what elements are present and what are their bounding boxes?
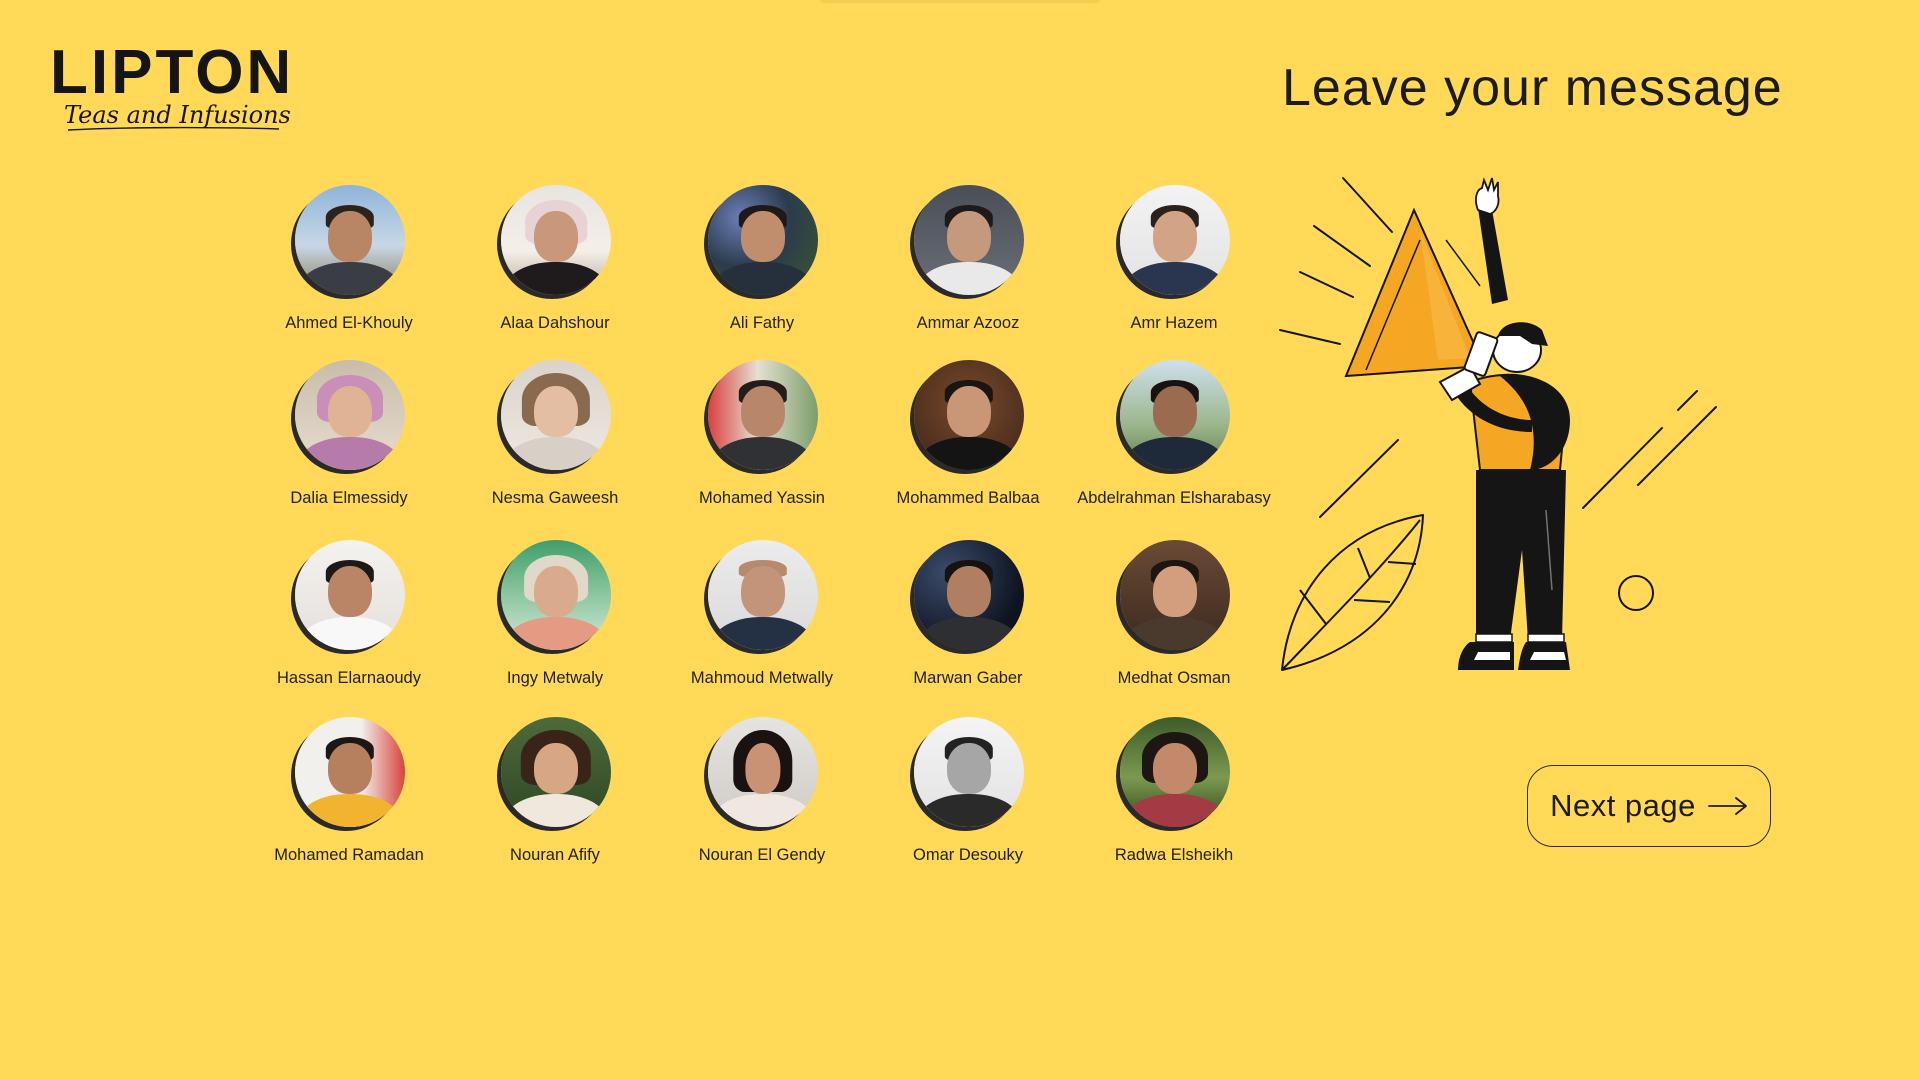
leaf-icon [1281,514,1424,671]
person-name: Ali Fathy [729,314,795,332]
person-name: Alaa Dahshour [500,314,610,332]
avatar [914,540,1024,650]
person-card[interactable]: Hassan Elarnaoudy [249,540,449,710]
person-card[interactable]: Mohamed Yassin [662,360,862,530]
person-card[interactable]: Ammar Azooz [868,185,1068,355]
avatar [1120,360,1230,470]
person-card[interactable]: Ingy Metwaly [455,540,655,710]
person-card[interactable]: Nesma Gaweesh [455,360,655,530]
next-page-button[interactable]: Next page [1527,765,1771,847]
person-figure [1438,177,1570,670]
person-card[interactable]: Abdelrahman Elsharabasy [1074,360,1274,530]
person-name: Ammar Azooz [916,314,1020,332]
avatar [914,185,1024,295]
avatar [295,540,405,650]
person-name: Nesma Gaweesh [491,489,619,507]
person-name: Abdelrahman Elsharabasy [1077,489,1271,507]
person-card[interactable]: Mohamed Ramadan [249,717,449,887]
person-card[interactable]: Omar Desouky [868,717,1068,887]
avatar [1120,185,1230,295]
person-name: Mohammed Balbaa [896,489,1040,507]
avatar [501,540,611,650]
circle-decoration [1618,575,1654,611]
person-card[interactable]: Medhat Osman [1074,540,1274,710]
avatar [708,185,818,295]
person-name: Ahmed El-Khouly [285,314,413,332]
person-name: Nouran El Gendy [698,846,826,864]
person-card[interactable]: Mahmoud Metwally [662,540,862,710]
person-name: Marwan Gaber [913,669,1023,687]
avatar [914,360,1024,470]
person-card[interactable]: Marwan Gaber [868,540,1068,710]
person-name: Omar Desouky [912,846,1024,864]
person-card[interactable]: Nouran El Gendy [662,717,862,887]
avatar [295,717,405,827]
person-card[interactable]: Ali Fathy [662,185,862,355]
person-name: Mahmoud Metwally [690,669,834,687]
avatar [501,185,611,295]
person-name: Dalia Elmessidy [290,489,408,507]
person-name: Nouran Afify [510,846,600,864]
person-name: Mohamed Yassin [699,489,825,507]
person-card[interactable]: Radwa Elsheikh [1074,717,1274,887]
avatar [295,185,405,295]
next-page-label: Next page [1550,788,1696,823]
person-name: Hassan Elarnaoudy [276,669,421,687]
avatar [708,717,818,827]
avatar [501,360,611,470]
person-card[interactable]: Nouran Afify [455,717,655,887]
person-name: Radwa Elsheikh [1114,846,1234,864]
avatar [501,717,611,827]
avatar [708,360,818,470]
person-name: Medhat Osman [1117,669,1231,687]
person-card[interactable]: Dalia Elmessidy [249,360,449,530]
avatar [1120,717,1230,827]
person-card[interactable]: Mohammed Balbaa [868,360,1068,530]
person-name: Ingy Metwaly [506,669,604,687]
avatar [708,540,818,650]
person-card[interactable]: Ahmed El-Khouly [249,185,449,355]
avatar [1120,540,1230,650]
megaphone-illustration [1279,177,1717,671]
person-card[interactable]: Amr Hazem [1074,185,1274,355]
avatar [914,717,1024,827]
message-board-page: LIPTON Teas and Infusions Leave your mes… [0,0,1920,1080]
avatar [295,360,405,470]
person-name: Amr Hazem [1130,314,1218,332]
person-card[interactable]: Alaa Dahshour [455,185,655,355]
arrow-right-icon [1708,797,1747,815]
person-name: Mohamed Ramadan [274,846,424,864]
